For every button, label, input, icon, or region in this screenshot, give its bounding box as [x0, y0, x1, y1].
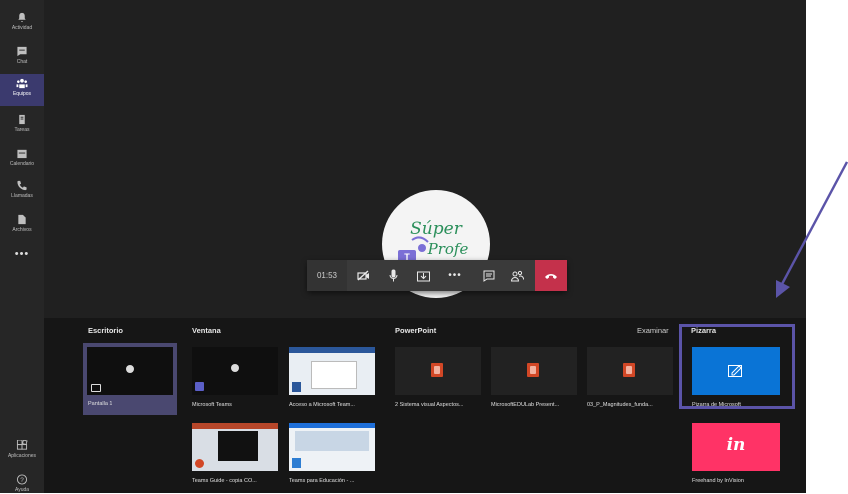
- annotation-arrow: [776, 161, 848, 298]
